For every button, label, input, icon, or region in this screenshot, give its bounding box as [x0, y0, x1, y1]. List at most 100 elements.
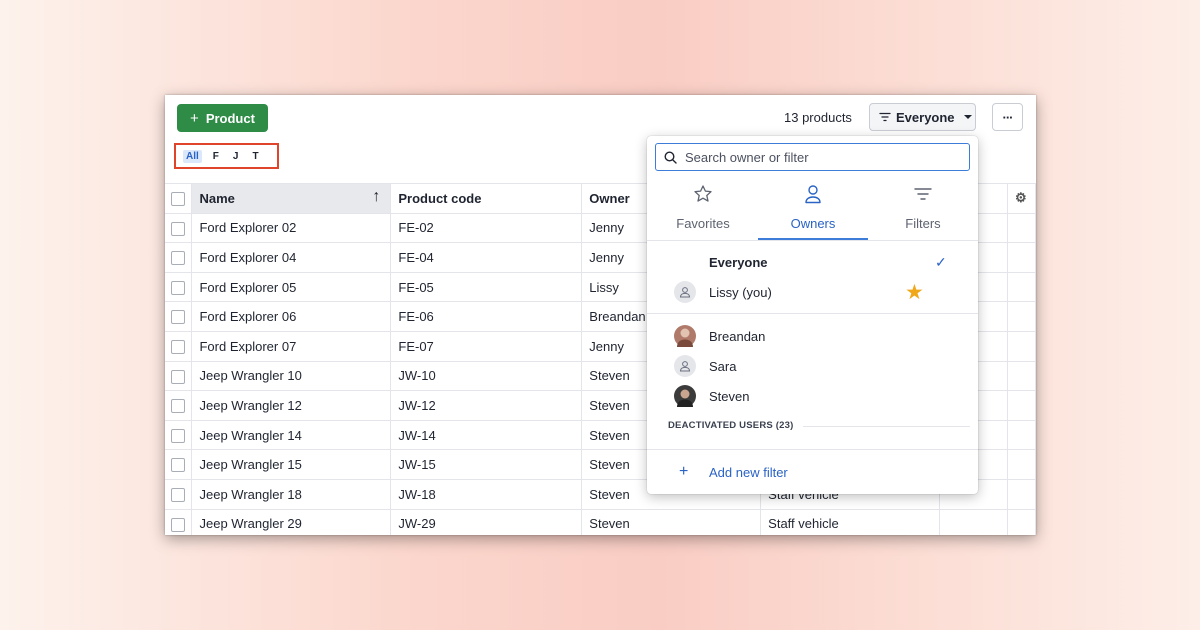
select-all-cell — [165, 183, 193, 214]
owner-filter-button[interactable]: Everyone — [869, 103, 976, 131]
row-select-cell — [165, 331, 193, 362]
cell-name: Jeep Wrangler 29 — [191, 509, 392, 535]
row-select-cell — [165, 509, 193, 535]
plus-icon: + — [190, 109, 199, 127]
cell-empty — [1007, 449, 1036, 480]
default-avatar-icon — [674, 281, 696, 303]
alpha-filter-f[interactable]: F — [210, 150, 222, 163]
row-select-cell — [165, 449, 193, 480]
column-settings-cell[interactable]: ⚙ — [1007, 183, 1036, 214]
row-checkbox[interactable] — [171, 458, 185, 473]
alpha-filter-all[interactable]: All — [183, 149, 202, 163]
column-header-name-label: Name — [199, 190, 235, 206]
footer-divider — [647, 449, 978, 450]
cell-product-code: FE-04 — [390, 242, 583, 273]
row-checkbox[interactable] — [171, 221, 185, 236]
cell-name: Jeep Wrangler 12 — [191, 390, 392, 421]
cell-category: Staff vehicle — [760, 509, 941, 535]
column-header-name[interactable]: Name ↑ — [191, 183, 392, 214]
option-owner-steven[interactable]: Steven — [647, 382, 978, 410]
option-you[interactable]: Lissy (you) ★ — [647, 278, 978, 306]
row-checkbox[interactable] — [171, 340, 185, 355]
table-row[interactable]: Jeep Wrangler 29 JW-29 Steven Staff vehicle — [165, 509, 1036, 535]
alphabet-filter: All F J T — [174, 143, 279, 169]
checkmark-icon: ✓ — [935, 253, 947, 270]
add-product-label: Product — [205, 110, 255, 126]
row-checkbox[interactable] — [171, 399, 185, 414]
add-new-filter-label: Add new filter — [709, 464, 788, 480]
cell-empty — [1007, 331, 1036, 362]
alpha-filter-j[interactable]: J — [230, 150, 242, 163]
add-new-filter-link[interactable]: + Add new filter — [647, 461, 978, 483]
cell-empty — [1007, 213, 1036, 244]
more-options-button[interactable]: ··· — [992, 103, 1023, 131]
option-owner-breandan[interactable]: Breandan — [647, 322, 978, 350]
star-outline-icon — [694, 185, 712, 202]
column-header-product-code[interactable]: Product code — [390, 183, 583, 214]
cell-name: Ford Explorer 06 — [191, 301, 392, 332]
cell-empty — [1007, 509, 1036, 535]
option-everyone[interactable]: Everyone ✓ — [647, 248, 978, 276]
tab-favorites-label: Favorites — [676, 216, 730, 231]
tab-owners-label: Owners — [790, 216, 836, 231]
tab-filters[interactable]: Filters — [868, 184, 978, 231]
cell-product-code: FE-07 — [390, 331, 583, 362]
cell-product-code: FE-06 — [390, 301, 583, 332]
avatar — [674, 325, 696, 347]
filter-icon — [879, 112, 891, 122]
cell-product-code: JW-10 — [390, 361, 583, 392]
row-select-cell — [165, 213, 193, 244]
cell-product-code: JW-18 — [390, 479, 583, 510]
cell-product-code: JW-29 — [390, 509, 583, 535]
row-checkbox[interactable] — [171, 517, 185, 532]
owner-name: Breandan — [709, 328, 766, 344]
cell-empty — [939, 509, 1008, 535]
owner-filter-label: Everyone — [896, 109, 955, 125]
cell-name: Jeep Wrangler 18 — [191, 479, 392, 510]
option-owner-sara[interactable]: Sara — [647, 352, 978, 380]
cell-product-code: FE-05 — [390, 272, 583, 303]
plus-icon: + — [679, 463, 689, 480]
cell-name: Jeep Wrangler 10 — [191, 361, 392, 392]
tab-favorites[interactable]: Favorites — [648, 184, 758, 231]
row-checkbox[interactable] — [171, 310, 185, 325]
row-checkbox[interactable] — [171, 369, 185, 384]
cell-owner: Steven — [581, 509, 762, 535]
owner-search-box[interactable] — [655, 143, 970, 171]
cell-product-code: JW-14 — [390, 420, 583, 451]
cell-name: Jeep Wrangler 14 — [191, 420, 392, 451]
alpha-filter-t[interactable]: T — [249, 150, 261, 163]
cell-empty — [1007, 479, 1036, 510]
owner-filter-dropdown: Favorites Owners Filters Everyone ✓ Liss… — [647, 136, 978, 494]
owner-name: Steven — [709, 388, 750, 404]
select-all-checkbox[interactable] — [171, 192, 185, 207]
deactivated-users-toggle[interactable]: DEACTIVATED USERS (23) — [668, 420, 793, 431]
cell-empty — [1007, 390, 1036, 421]
row-checkbox[interactable] — [171, 251, 185, 266]
default-avatar-icon — [674, 355, 696, 377]
row-select-cell — [165, 390, 193, 421]
cell-empty — [1007, 361, 1036, 392]
cell-empty — [1007, 301, 1036, 332]
search-icon — [664, 150, 677, 164]
product-count: 13 products — [784, 110, 852, 125]
add-product-button[interactable]: + Product — [177, 104, 268, 132]
tab-owners[interactable]: Owners — [758, 184, 868, 231]
owner-name: Sara — [709, 358, 737, 374]
deactivated-divider — [803, 426, 970, 427]
cell-name: Jeep Wrangler 15 — [191, 449, 392, 480]
owners-divider — [647, 313, 978, 314]
row-select-cell — [165, 242, 193, 273]
row-checkbox[interactable] — [171, 280, 185, 295]
cell-empty — [1007, 272, 1036, 303]
sort-ascending-icon: ↑ — [372, 188, 381, 205]
caret-down-icon — [963, 115, 972, 119]
person-icon — [805, 185, 821, 204]
row-checkbox[interactable] — [171, 488, 185, 503]
search-owner-input[interactable] — [685, 149, 945, 165]
row-select-cell — [165, 420, 193, 451]
cell-name: Ford Explorer 07 — [191, 331, 392, 362]
row-checkbox[interactable] — [171, 428, 185, 443]
favorite-star-icon[interactable]: ★ — [905, 280, 924, 305]
tab-filters-label: Filters — [905, 216, 941, 231]
